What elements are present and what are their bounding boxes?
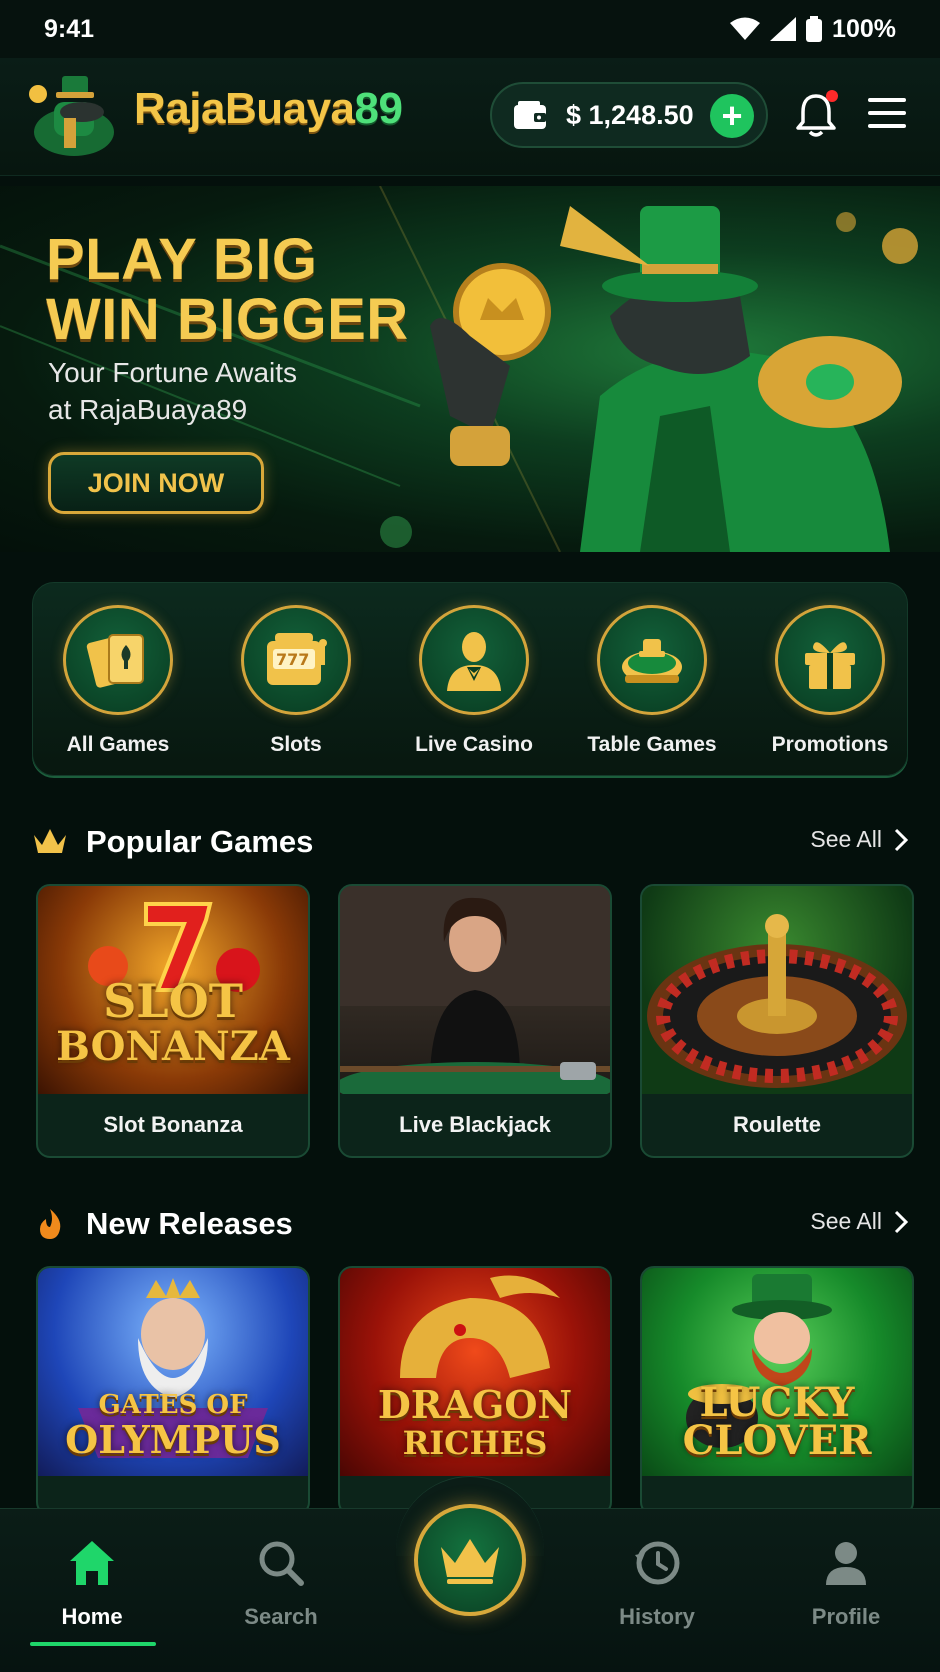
- roulette-wheel-icon: [647, 914, 907, 1088]
- game-card-lucky-clover[interactable]: LUCKY CLOVER: [640, 1266, 914, 1516]
- lucky-clover-art-title: LUCKY CLOVER: [642, 1383, 912, 1464]
- roulette-table-icon: [597, 605, 707, 715]
- nav-home[interactable]: Home: [17, 1535, 167, 1630]
- active-tab-indicator: [30, 1642, 156, 1646]
- new-releases-see-all-link[interactable]: See All: [810, 1208, 908, 1235]
- see-all-label: See All: [810, 826, 882, 852]
- wifi-icon: [730, 17, 761, 40]
- nav-label: Search: [244, 1604, 318, 1629]
- gift-icon: [775, 605, 885, 715]
- nav-history[interactable]: History: [582, 1535, 732, 1630]
- hero-subtitle-line1: Your Fortune Awaits: [48, 357, 298, 388]
- game-card-title: Live Blackjack: [399, 1112, 551, 1137]
- crown-icon: [34, 829, 66, 853]
- lucky-clover-thumbnail: LUCKY CLOVER: [642, 1268, 912, 1476]
- art-title-line1: DRAGON: [377, 1382, 573, 1427]
- nav-label: Profile: [811, 1604, 881, 1629]
- crocodile-mascot-illustration: [430, 206, 902, 552]
- roulette-thumbnail: [642, 886, 912, 1094]
- status-bar: 9:41 100%: [0, 0, 940, 58]
- nav-center-crown-button[interactable]: [414, 1504, 526, 1616]
- hamburger-menu-icon[interactable]: [868, 98, 906, 130]
- add-funds-button[interactable]: +: [710, 94, 754, 138]
- nav-label: History: [619, 1604, 695, 1629]
- battery-icon: [806, 16, 823, 42]
- status-time: 9:41: [44, 14, 95, 43]
- hero-banner[interactable]: PLAY BIG WIN BIGGER Your Fortune Awaits …: [0, 186, 940, 552]
- notification-badge: [826, 90, 838, 102]
- join-now-button[interactable]: JOIN NOW: [48, 452, 264, 514]
- brand-name[interactable]: RajaBuaya89: [134, 84, 403, 134]
- crown-icon: [441, 1539, 499, 1584]
- art-title-line2: OLYMPUS: [65, 1417, 281, 1462]
- category-slots[interactable]: 777 Slots: [221, 605, 371, 757]
- section-title: Popular Games: [86, 824, 314, 859]
- chevron-right-icon: [894, 1210, 908, 1233]
- signal-icon: [770, 17, 797, 41]
- slot-bonanza-thumbnail: SLOT BONANZA: [38, 886, 308, 1094]
- art-title-line1: GATES OF: [98, 1390, 248, 1420]
- gates-of-olympus-thumbnail: GATES OF OLYMPUS: [38, 1268, 308, 1476]
- category-panel: All Games 777 Slots Live Casino Table Ga…: [32, 582, 908, 776]
- art-title-line2: BONANZA: [56, 1023, 290, 1070]
- dealer-photo: [340, 886, 610, 1094]
- category-table-games[interactable]: Table Games: [577, 605, 727, 757]
- category-live-casino[interactable]: Live Casino: [399, 605, 549, 757]
- slot-bonanza-art-title: SLOT BONANZA: [38, 978, 308, 1070]
- battery-level: 100%: [832, 14, 896, 43]
- svg-text:777: 777: [276, 650, 309, 669]
- popular-see-all-link[interactable]: See All: [810, 826, 908, 853]
- profile-icon: [826, 1542, 866, 1585]
- home-icon: [70, 1541, 114, 1585]
- hero-headline-line2: WIN BIGGER: [46, 287, 409, 352]
- section-title: New Releases: [86, 1206, 293, 1241]
- category-promotions[interactable]: Promotions: [755, 605, 905, 757]
- nav-search[interactable]: Search: [206, 1535, 356, 1630]
- history-clock-icon: [635, 1541, 680, 1585]
- new-releases-header: New Releases See All: [32, 1202, 908, 1246]
- art-title-line1: SLOT: [103, 974, 243, 1028]
- dragon-riches-thumbnail: DRAGON RICHES: [340, 1268, 610, 1476]
- popular-games-header: Popular Games See All: [32, 820, 908, 864]
- slot-machine-icon: 777: [241, 605, 351, 715]
- crocodile-mascot-logo-icon[interactable]: [24, 72, 124, 158]
- category-label: Live Casino: [415, 733, 533, 756]
- wallet-icon: [514, 101, 546, 129]
- status-indicators: 100%: [730, 15, 896, 44]
- category-label: Table Games: [587, 733, 717, 756]
- game-card-live-blackjack[interactable]: Live Blackjack: [338, 884, 612, 1158]
- chevron-right-icon: [894, 828, 908, 851]
- fire-icon: [40, 1209, 61, 1239]
- art-title-line2: CLOVER: [682, 1417, 872, 1464]
- brand-name-text: RajaBuaya: [134, 84, 355, 133]
- balance-amount: $ 1,248.50: [566, 99, 694, 130]
- category-label: Slots: [270, 733, 322, 756]
- dragon-riches-art-title: DRAGON RICHES: [340, 1382, 610, 1463]
- category-all-games[interactable]: All Games: [43, 605, 193, 757]
- game-card-gates-of-olympus[interactable]: GATES OF OLYMPUS: [36, 1266, 310, 1516]
- brand-name-number: 89: [354, 84, 403, 133]
- hero-subtitle: Your Fortune Awaits at RajaBuaya89: [48, 354, 297, 428]
- game-card-slot-bonanza[interactable]: SLOT BONANZA Slot Bonanza: [36, 884, 310, 1158]
- game-card-roulette[interactable]: Roulette: [640, 884, 914, 1158]
- wallet-balance-pill[interactable]: $ 1,248.50 +: [490, 82, 768, 148]
- live-blackjack-thumbnail: [340, 886, 610, 1094]
- game-card-title: Slot Bonanza: [103, 1112, 243, 1137]
- search-icon: [259, 1541, 304, 1586]
- category-label: Promotions: [771, 733, 889, 756]
- nav-profile[interactable]: Profile: [771, 1535, 921, 1630]
- hero-subtitle-line2: at RajaBuaya89: [48, 394, 248, 425]
- category-label: All Games: [66, 733, 170, 756]
- hero-headline-line1: PLAY BIG: [46, 227, 318, 292]
- nav-label: Home: [61, 1604, 123, 1629]
- see-all-label: See All: [810, 1208, 882, 1234]
- game-card-title: Roulette: [733, 1112, 821, 1137]
- dealer-icon: [419, 605, 529, 715]
- cards-icon: [63, 605, 173, 715]
- app-header: RajaBuaya89 $ 1,248.50 +: [0, 58, 940, 176]
- gates-of-olympus-art-title: GATES OF OLYMPUS: [38, 1390, 308, 1460]
- art-title-line2: RICHES: [402, 1424, 548, 1462]
- hero-headline: PLAY BIG WIN BIGGER: [46, 230, 409, 350]
